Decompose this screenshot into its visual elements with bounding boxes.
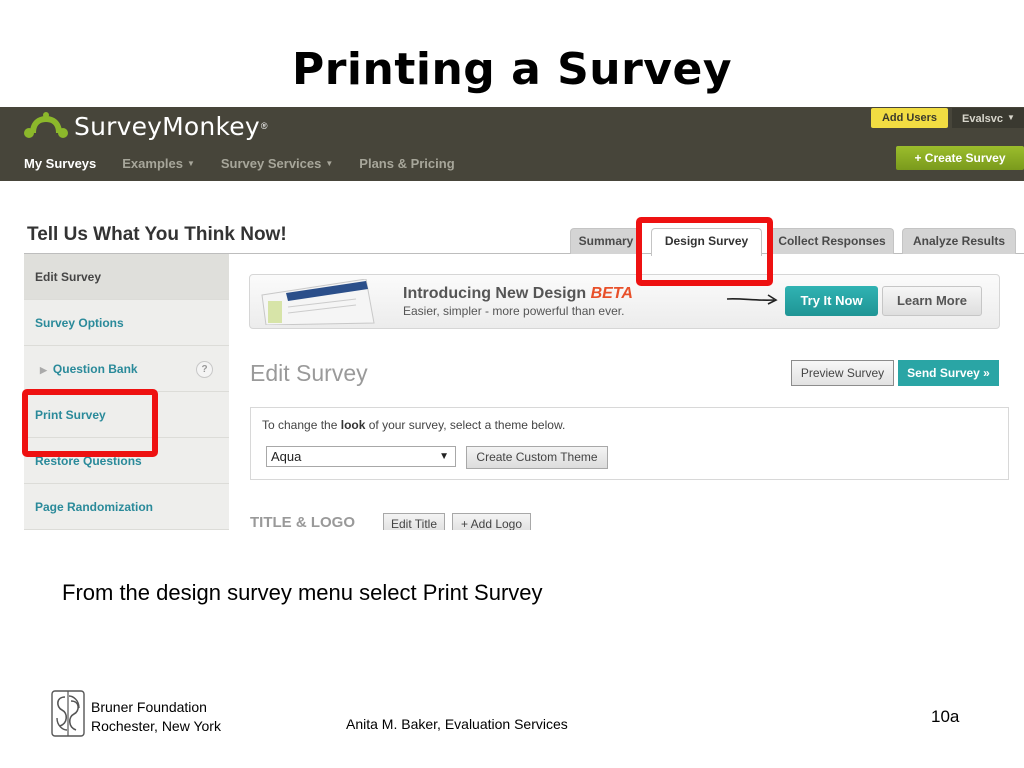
survey-title: Tell Us What You Think Now!	[27, 224, 287, 245]
design-preview-thumbnail-icon	[261, 279, 375, 325]
theme-select[interactable]: Aqua ▼	[266, 446, 456, 467]
preview-survey-button[interactable]: Preview Survey	[791, 360, 894, 386]
try-it-now-button[interactable]: Try It Now	[785, 286, 878, 316]
nav-plans-pricing[interactable]: Plans & Pricing	[359, 156, 454, 171]
app-header: SurveyMonkey ® My Surveys Examples ▼ Surv…	[0, 107, 1024, 181]
nav-survey-services[interactable]: Survey Services ▼	[221, 156, 333, 171]
slide-caption: From the design survey menu select Print…	[62, 580, 543, 605]
nav-label: Plans & Pricing	[359, 156, 455, 171]
send-survey-button[interactable]: Send Survey »	[898, 360, 999, 386]
chevron-down-icon: ▼	[1006, 113, 1015, 122]
design-sidebar: Edit Survey Survey Options ▶ Question Ban…	[24, 254, 229, 530]
bruner-foundation-logo-icon	[51, 690, 85, 737]
promo-title-text: Introducing New Design	[403, 285, 587, 302]
nav-examples[interactable]: Examples ▼	[122, 156, 195, 171]
surveymonkey-screenshot: SurveyMonkey ® My Surveys Examples ▼ Surv…	[0, 107, 1024, 530]
beta-badge: BETA	[590, 285, 633, 302]
chevron-down-icon: ▼	[186, 159, 195, 168]
add-users-button[interactable]: Add Users	[871, 108, 948, 128]
tab-collect-responses[interactable]: Collect Responses	[770, 228, 894, 254]
footer-org-name: Bruner Foundation	[91, 699, 207, 715]
tab-design-survey[interactable]: Design Survey	[651, 228, 762, 256]
sidebar-item-print-survey[interactable]: Print Survey	[24, 392, 229, 438]
brand-name: SurveyMonkey	[74, 111, 260, 141]
nav-label: Examples	[122, 156, 183, 171]
footer-organization: Bruner Foundation Rochester, New York	[91, 698, 221, 736]
dropdown-arrow-icon: ▼	[439, 451, 449, 462]
sidebar-item-page-randomization[interactable]: Page Randomization	[24, 484, 229, 530]
brand-logo[interactable]: SurveyMonkey ®	[24, 111, 267, 141]
arrow-right-icon	[726, 294, 778, 305]
tab-analyze-results[interactable]: Analyze Results	[902, 228, 1016, 254]
nav-label: Survey Services	[220, 156, 322, 171]
chevron-down-icon: ▼	[325, 159, 334, 168]
theme-panel: To change the look of your survey, selec…	[250, 407, 1009, 480]
add-logo-button[interactable]: + Add Logo	[452, 513, 531, 530]
learn-more-button[interactable]: Learn More	[882, 286, 982, 316]
theme-instructions: To change the look of your survey, selec…	[262, 418, 565, 432]
promo-title: Introducing New Design BETA	[403, 285, 633, 303]
account-name: Evalsvc	[962, 113, 1003, 125]
footer-org-location: Rochester, New York	[91, 718, 221, 734]
theme-selected-value: Aqua	[271, 449, 302, 464]
help-icon[interactable]: ?	[196, 361, 213, 378]
sidebar-item-survey-options[interactable]: Survey Options	[24, 300, 229, 346]
create-custom-theme-button[interactable]: Create Custom Theme	[466, 446, 608, 469]
new-design-promo-banner: Introducing New Design BETA Easier, simp…	[249, 274, 1000, 329]
create-survey-button[interactable]: + Create Survey	[896, 146, 1024, 170]
sidebar-item-label: Question Bank	[52, 362, 138, 376]
monkey-logo-icon	[24, 112, 68, 138]
slide-title: Printing a Survey	[291, 44, 733, 95]
theme-text-part: of your survey, select a theme below.	[365, 418, 566, 432]
edit-survey-heading: Edit Survey	[250, 360, 368, 386]
edit-title-button[interactable]: Edit Title	[383, 513, 445, 530]
nav-label: My Surveys	[24, 156, 97, 171]
footer-author: Anita M. Baker, Evaluation Services	[346, 716, 568, 732]
sidebar-item-restore-questions[interactable]: Restore Questions	[24, 438, 229, 484]
title-logo-heading: TITLE & LOGO	[250, 514, 355, 530]
registered-mark: ®	[260, 121, 268, 131]
nav-my-surveys[interactable]: My Surveys	[24, 156, 96, 171]
theme-text-part: To change the	[262, 418, 341, 432]
theme-text-bold: look	[340, 418, 366, 432]
promo-subtitle: Easier, simpler - more powerful than eve…	[403, 304, 625, 318]
main-nav: My Surveys Examples ▼ Survey Services ▼ Pl…	[24, 156, 481, 171]
expand-triangle-icon[interactable]: ▶	[40, 365, 47, 375]
sidebar-item-question-bank[interactable]: ▶ Question Bank ?	[24, 346, 229, 392]
sidebar-item-edit-survey[interactable]: Edit Survey	[24, 254, 229, 300]
slide-number: 10a	[931, 707, 960, 726]
tab-summary[interactable]: Summary	[570, 228, 642, 254]
account-menu[interactable]: Evalsvc ▼	[952, 108, 1024, 128]
